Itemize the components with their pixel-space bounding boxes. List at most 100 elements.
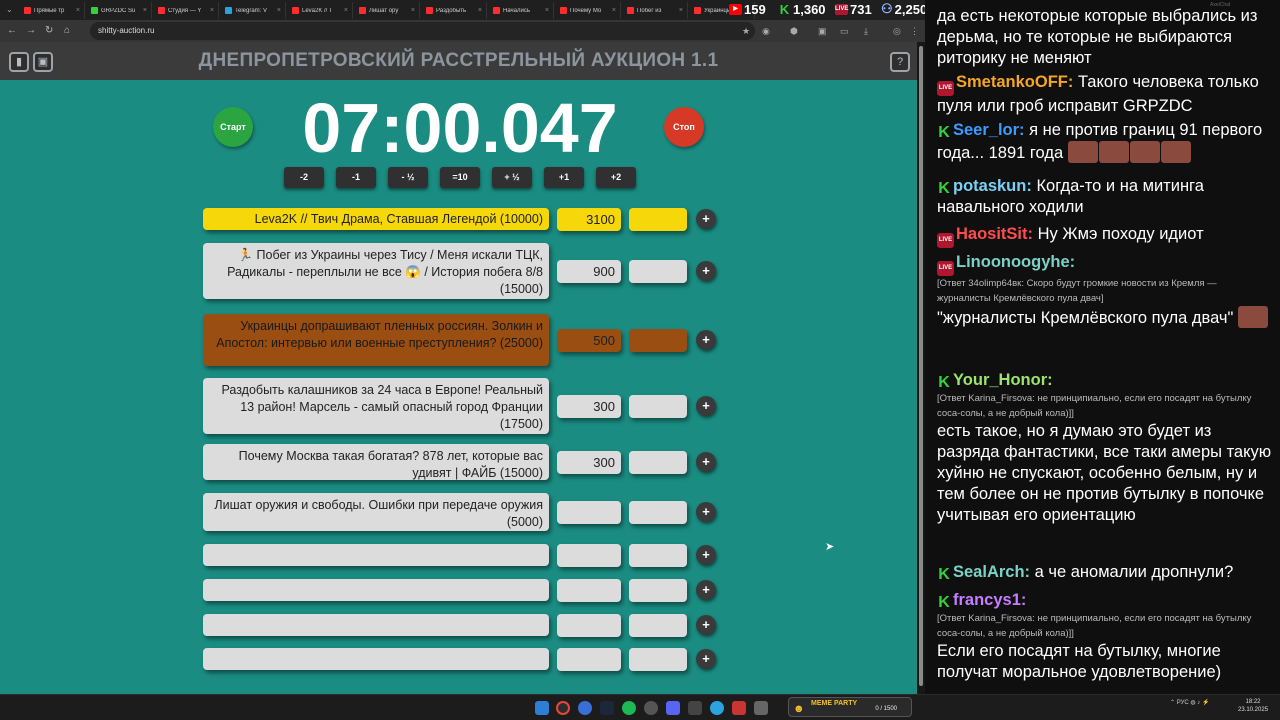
- download-icon[interactable]: ⤓: [864, 24, 868, 38]
- time-adjust-button[interactable]: -2: [284, 167, 324, 188]
- steam-icon[interactable]: [600, 701, 614, 715]
- help-icon[interactable]: ?: [890, 52, 910, 72]
- lot-title-field[interactable]: [203, 648, 549, 670]
- tab-search-icon[interactable]: ⌄: [6, 5, 13, 14]
- app-icon[interactable]: [754, 701, 768, 715]
- telegram-icon[interactable]: [710, 701, 724, 715]
- lot-add-amount-input[interactable]: [629, 500, 687, 524]
- browser-tab[interactable]: Почему Мо ×: [554, 2, 621, 19]
- time-adjust-button[interactable]: + ½: [492, 167, 532, 188]
- chrome-icon[interactable]: [556, 701, 570, 715]
- lot-add-amount-input[interactable]: [629, 259, 687, 283]
- browser-tab[interactable]: Раздобыть ×: [420, 2, 487, 19]
- tab-close-icon[interactable]: ×: [612, 7, 616, 14]
- lot-amount-field[interactable]: [557, 500, 621, 524]
- tab-close-icon[interactable]: ×: [143, 7, 147, 14]
- back-icon[interactable]: ←: [7, 24, 17, 38]
- browser-tab[interactable]: Побег из ×: [621, 2, 688, 19]
- tab-close-icon[interactable]: ×: [679, 7, 683, 14]
- tab-close-icon[interactable]: ×: [344, 7, 348, 14]
- chat-username[interactable]: potaskun:: [953, 177, 1032, 195]
- time-adjust-button[interactable]: -1: [336, 167, 376, 188]
- start-button[interactable]: Старт: [213, 107, 253, 147]
- lot-title-field[interactable]: Лишат оружия и свободы. Ошибки при перед…: [203, 493, 549, 531]
- add-amount-button[interactable]: +: [696, 502, 716, 522]
- tab-close-icon[interactable]: ×: [478, 7, 482, 14]
- add-amount-button[interactable]: +: [696, 545, 716, 565]
- browser-tab[interactable]: Прямые тр ×: [18, 2, 85, 19]
- browser-tab[interactable]: Лишат ору ×: [353, 2, 420, 19]
- lot-amount-field[interactable]: 300: [557, 394, 621, 418]
- lot-title-field[interactable]: [203, 614, 549, 636]
- lot-title-field[interactable]: Почему Москва такая богатая? 878 лет, ко…: [203, 444, 549, 480]
- chat-username[interactable]: HaositSit:: [956, 225, 1033, 243]
- bookmark-star-icon[interactable]: ★: [742, 24, 750, 38]
- browser-tab[interactable]: Начались ×: [487, 2, 554, 19]
- chat-username[interactable]: Seer_lor:: [953, 121, 1025, 139]
- add-amount-button[interactable]: +: [696, 649, 716, 669]
- app-icon[interactable]: [688, 701, 702, 715]
- lot-amount-field[interactable]: [557, 543, 621, 567]
- start-menu-icon[interactable]: [535, 701, 549, 715]
- address-input[interactable]: shitty-auction.ru: [90, 22, 755, 40]
- add-amount-button[interactable]: +: [696, 580, 716, 600]
- add-amount-button[interactable]: +: [696, 396, 716, 416]
- lot-add-amount-input[interactable]: [629, 613, 687, 637]
- chat-username[interactable]: francys1:: [953, 591, 1026, 609]
- time-adjust-button[interactable]: +2: [596, 167, 636, 188]
- lot-amount-field[interactable]: [557, 647, 621, 671]
- profile-icon[interactable]: ◎: [893, 24, 901, 38]
- time-adjust-button[interactable]: =10: [440, 167, 480, 188]
- reload-icon[interactable]: ↻: [45, 24, 53, 38]
- lot-add-amount-input[interactable]: [629, 328, 687, 352]
- lot-amount-field[interactable]: 300: [557, 450, 621, 474]
- lot-amount-field[interactable]: [557, 613, 621, 637]
- stop-button[interactable]: Стоп: [664, 107, 704, 147]
- lot-title-field[interactable]: [203, 579, 549, 601]
- add-amount-button[interactable]: +: [696, 209, 716, 229]
- tab-close-icon[interactable]: ×: [76, 7, 80, 14]
- sidebar-icon[interactable]: ▭: [840, 24, 849, 38]
- menu-dots-icon[interactable]: ⋮: [910, 24, 919, 38]
- obs-icon[interactable]: [644, 701, 658, 715]
- lot-title-field[interactable]: [203, 544, 549, 566]
- lot-amount-field[interactable]: [557, 578, 621, 602]
- scrollbar-thumb[interactable]: [919, 46, 923, 686]
- clock[interactable]: 18:22 23.10.2025: [1238, 698, 1268, 714]
- language-indicator[interactable]: РУС: [1177, 700, 1189, 706]
- browser-tab[interactable]: Студия — Y ×: [152, 2, 219, 19]
- lot-amount-field[interactable]: 500: [557, 328, 621, 352]
- lot-add-amount-input[interactable]: [629, 578, 687, 602]
- lot-title-field[interactable]: 🏃 Побег из Украины через Тису / Меня иск…: [203, 243, 549, 299]
- lot-title-field[interactable]: Украинцы допрашивают пленных россиян. Зо…: [203, 314, 549, 366]
- lot-add-amount-input[interactable]: [629, 647, 687, 671]
- lot-title-field[interactable]: Leva2K // Твич Драма, Ставшая Легендой (…: [203, 208, 549, 230]
- extension-icon[interactable]: ◉: [762, 24, 770, 38]
- extensions-puzzle-icon[interactable]: ▣: [818, 24, 827, 38]
- add-amount-button[interactable]: +: [696, 330, 716, 350]
- lot-amount-field[interactable]: 900: [557, 259, 621, 283]
- lot-add-amount-input[interactable]: [629, 207, 687, 231]
- menu-icon[interactable]: ▮: [9, 52, 29, 72]
- forward-icon[interactable]: →: [26, 24, 36, 38]
- lot-add-amount-input[interactable]: [629, 543, 687, 567]
- app-icon[interactable]: [732, 701, 746, 715]
- browser-tab[interactable]: Leva2K // T ×: [286, 2, 353, 19]
- chat-username[interactable]: Your_Honor:: [953, 371, 1053, 389]
- home-icon[interactable]: ⌂: [64, 24, 70, 38]
- tab-close-icon[interactable]: ×: [411, 7, 415, 14]
- app-icon[interactable]: [578, 701, 592, 715]
- lot-add-amount-input[interactable]: [629, 450, 687, 474]
- lot-add-amount-input[interactable]: [629, 394, 687, 418]
- chat-username[interactable]: Linoonoogyhe:: [956, 253, 1075, 271]
- add-amount-button[interactable]: +: [696, 452, 716, 472]
- browser-tab[interactable]: Telegram: V ×: [219, 2, 286, 19]
- time-adjust-button[interactable]: - ½: [388, 167, 428, 188]
- lot-title-field[interactable]: Раздобыть калашников за 24 часа в Европе…: [203, 378, 549, 434]
- tab-close-icon[interactable]: ×: [210, 7, 214, 14]
- lot-amount-field[interactable]: 3100: [557, 207, 621, 231]
- add-amount-button[interactable]: +: [696, 615, 716, 635]
- chat-username[interactable]: SealArch:: [953, 563, 1030, 581]
- time-adjust-button[interactable]: +1: [544, 167, 584, 188]
- browser-tab[interactable]: GRPZDC Su ×: [85, 2, 152, 19]
